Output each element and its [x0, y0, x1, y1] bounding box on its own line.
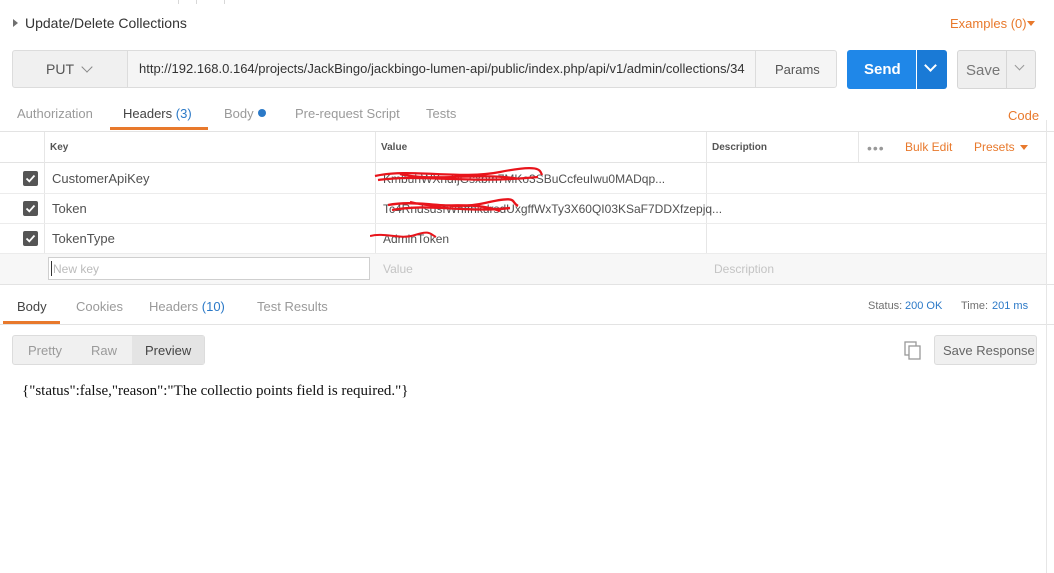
text-cursor — [51, 261, 52, 276]
status-value[interactable]: 200 OK — [905, 300, 942, 312]
time-label: Time: — [961, 300, 989, 312]
response-tab-headers[interactable]: Headers (10) — [149, 299, 225, 314]
response-tab-cookies[interactable]: Cookies — [76, 299, 123, 314]
save-label: Save — [966, 62, 1001, 79]
caret-down-icon[interactable] — [1020, 145, 1028, 150]
header-key[interactable]: CustomerApiKey — [52, 171, 150, 186]
method-label: PUT — [46, 61, 74, 77]
tab-divider — [178, 0, 179, 4]
new-key-placeholder: New key — [53, 262, 100, 276]
more-dots-icon[interactable]: ••• — [867, 140, 885, 156]
code-link[interactable]: Code — [1008, 108, 1039, 123]
send-label: Send — [864, 61, 901, 78]
response-body: {"status":false,"reason":"The collectio … — [22, 383, 409, 399]
tab-tests[interactable]: Tests — [426, 106, 456, 121]
column-value: Value — [381, 142, 408, 153]
response-tab-headers-label: Headers — [149, 299, 199, 314]
save-dropdown-button[interactable] — [1006, 50, 1036, 89]
tab-headers-label: Headers — [123, 106, 173, 121]
column-description: Description — [712, 142, 768, 153]
response-tab-test-results[interactable]: Test Results — [257, 299, 328, 314]
tab-headers[interactable]: Headers (3) — [123, 106, 192, 121]
caret-right-icon[interactable] — [13, 19, 18, 27]
caret-down-icon[interactable] — [1027, 21, 1035, 26]
checkbox-icon[interactable] — [23, 231, 38, 246]
new-description-input[interactable]: Description — [714, 262, 774, 276]
column-divider — [858, 132, 859, 162]
response-tab-headers-count: (10) — [201, 299, 225, 314]
modified-dot-icon — [257, 109, 266, 117]
panel-edge — [1046, 120, 1047, 573]
checkbox-icon[interactable] — [23, 201, 38, 216]
table-row — [0, 223, 1046, 254]
tab-body[interactable]: Body — [224, 106, 266, 121]
presets-dropdown[interactable]: Presets — [974, 140, 1015, 154]
status-label: Status: — [868, 300, 903, 312]
tab-divider — [196, 0, 197, 4]
tab-prerequest-script[interactable]: Pre-request Script — [295, 106, 400, 121]
url-value: http://192.168.0.164/projects/JackBingo/… — [139, 61, 745, 76]
redaction-scribble — [387, 198, 519, 213]
response-tab-body[interactable]: Body — [17, 299, 47, 314]
view-preview-button[interactable]: Preview — [145, 343, 191, 358]
view-pretty-button[interactable]: Pretty — [28, 343, 62, 358]
save-response-label: Save Response — [943, 343, 1035, 358]
examples-dropdown[interactable]: Examples (0) — [950, 16, 1027, 31]
params-label: Params — [775, 62, 820, 77]
new-value-input[interactable]: Value — [383, 262, 413, 276]
bulk-edit-link[interactable]: Bulk Edit — [905, 140, 952, 154]
redaction-scribble — [370, 231, 437, 238]
checkbox-icon[interactable] — [23, 171, 38, 186]
view-raw-button[interactable]: Raw — [91, 343, 117, 358]
tab-authorization[interactable]: Authorization — [17, 106, 93, 121]
window-top-strip — [0, 0, 1054, 4]
tab-headers-count: (3) — [175, 106, 192, 121]
header-key[interactable]: TokenType — [52, 231, 115, 246]
tab-body-label: Body — [224, 106, 254, 121]
header-key[interactable]: Token — [52, 201, 87, 216]
headers-table-head — [0, 132, 1046, 163]
tab-divider — [224, 0, 225, 4]
column-key: Key — [50, 142, 69, 153]
time-value[interactable]: 201 ms — [992, 300, 1028, 312]
redaction-scribble — [374, 167, 544, 182]
copy-icon[interactable] — [904, 341, 922, 361]
divider — [0, 324, 1054, 325]
collection-request-title[interactable]: Update/Delete Collections — [25, 15, 187, 31]
active-tab-indicator — [110, 127, 208, 130]
divider — [0, 284, 1054, 285]
